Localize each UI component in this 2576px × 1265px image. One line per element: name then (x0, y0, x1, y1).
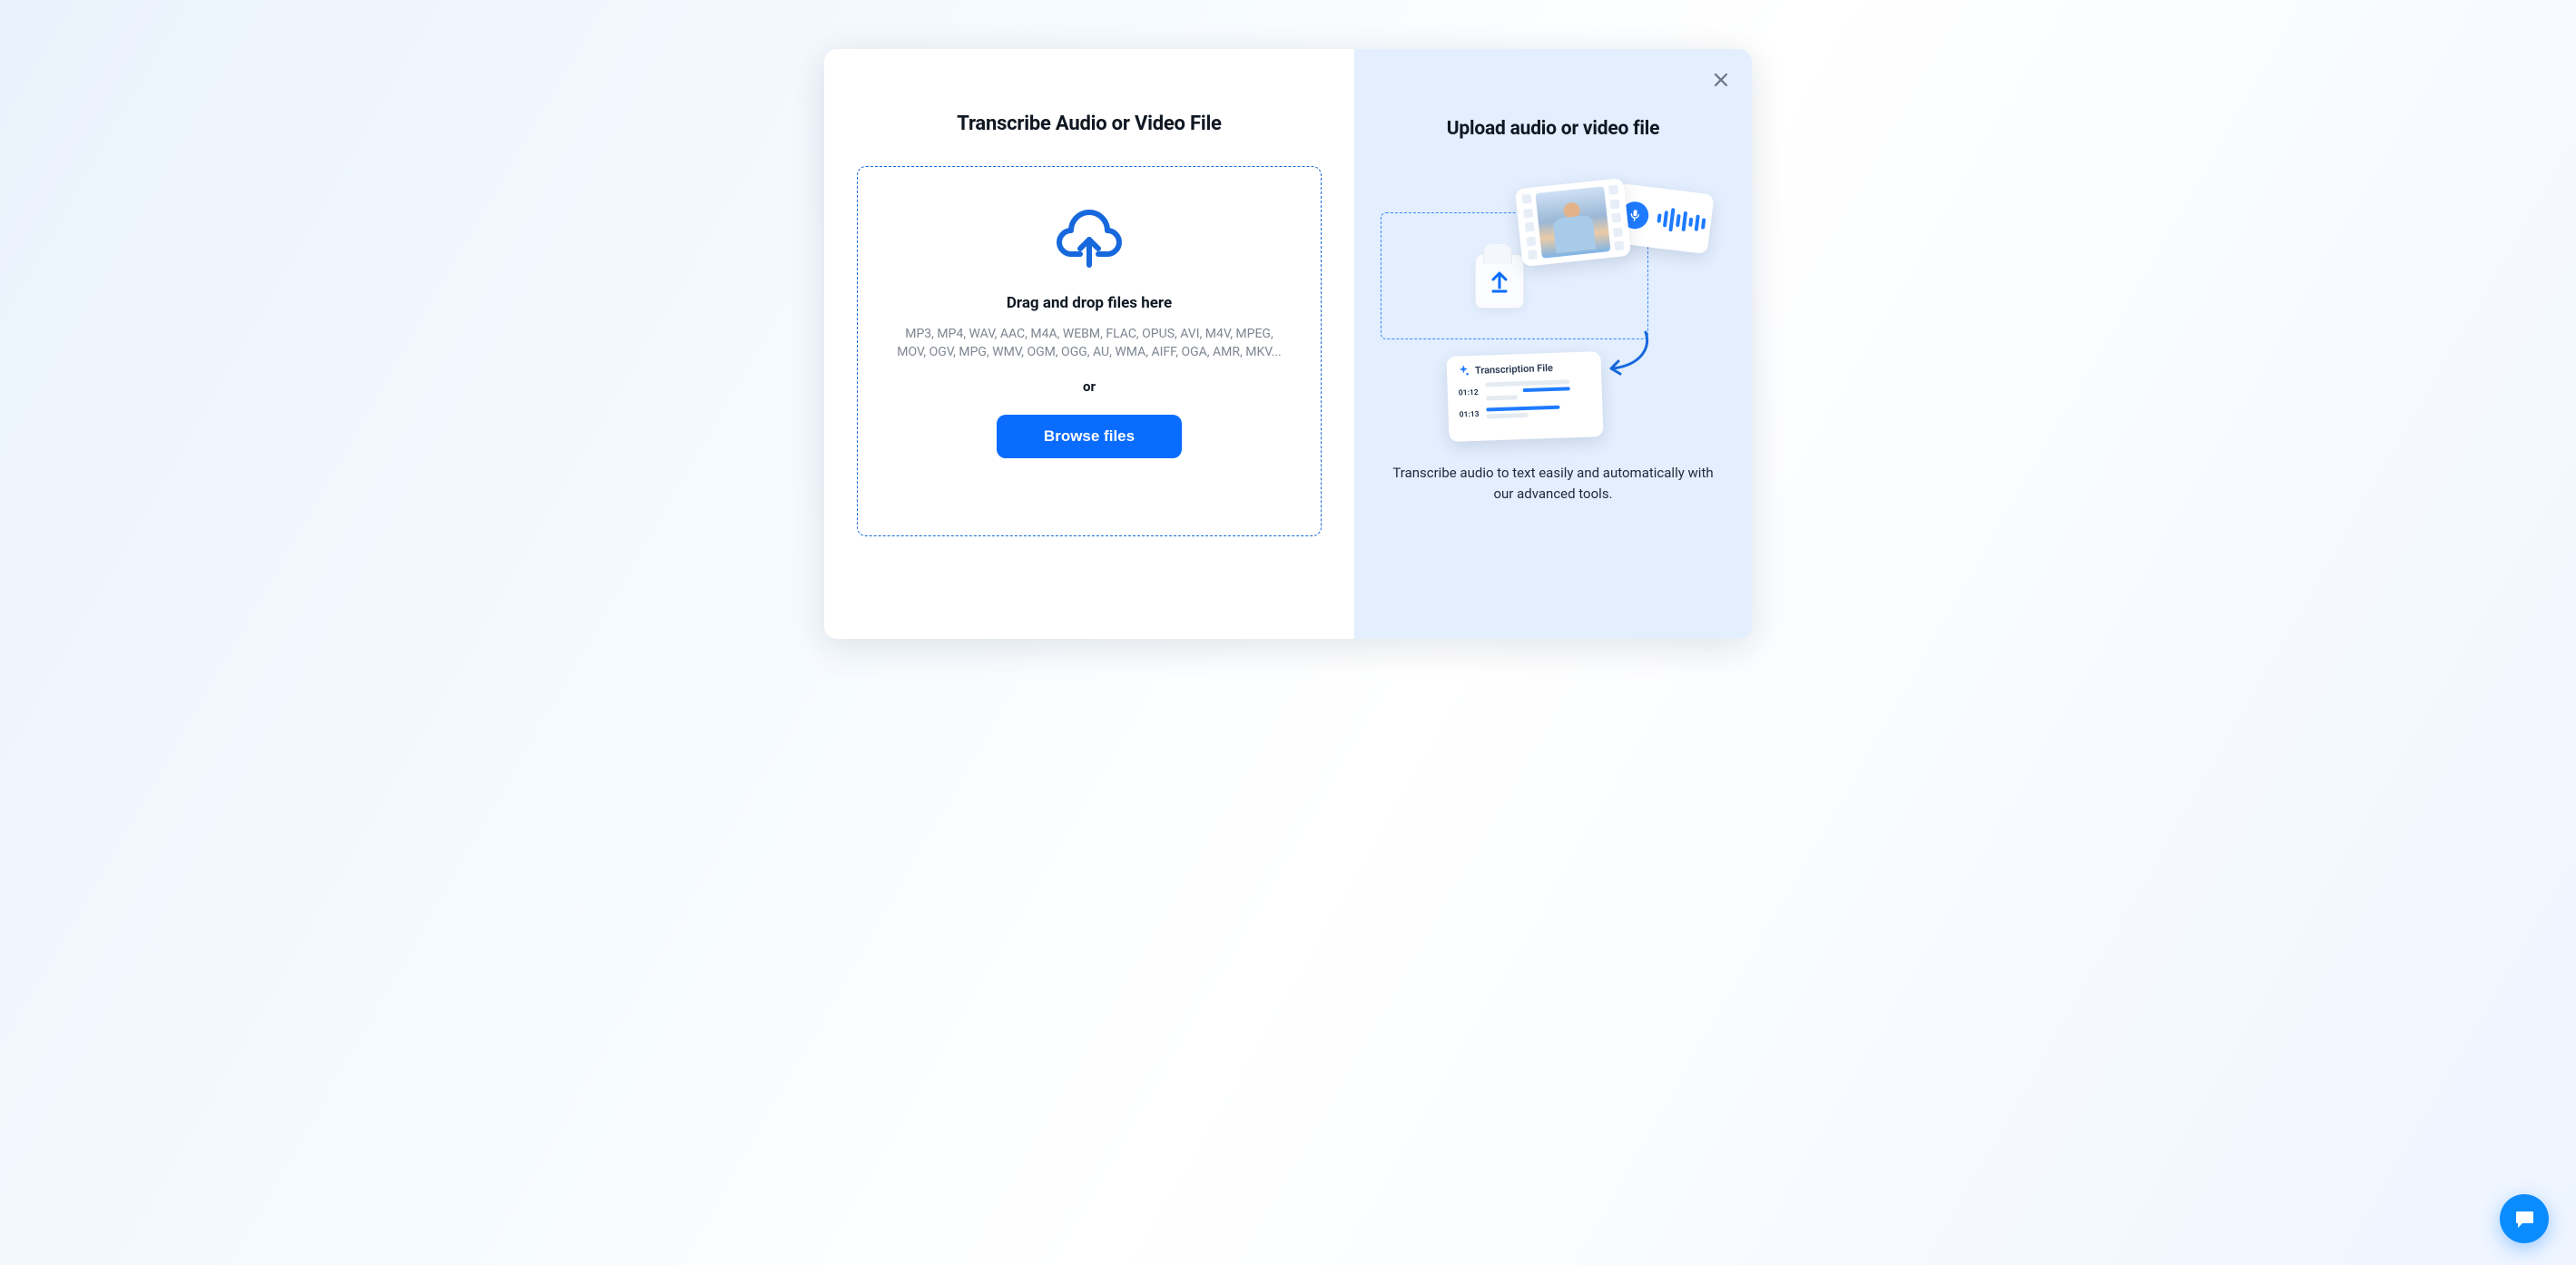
chat-button[interactable] (2500, 1194, 2549, 1243)
upload-modal: Transcribe Audio or Video File Drag and … (824, 49, 1752, 639)
arrow-down-icon (1606, 329, 1657, 383)
cloud-upload-icon (1055, 205, 1124, 270)
right-pane: Upload audio or video file (1354, 49, 1752, 639)
dropzone-heading: Drag and drop files here (1007, 294, 1172, 312)
chat-icon (2513, 1208, 2536, 1231)
timestamp: 01:13 (1459, 410, 1480, 420)
or-separator: or (1083, 378, 1096, 395)
transcription-file-title: Transcription File (1475, 362, 1553, 377)
browse-files-button[interactable]: Browse files (997, 415, 1182, 458)
sparkle-icon (1458, 365, 1470, 377)
film-strip-icon (1522, 194, 1538, 260)
film-strip-icon (1608, 185, 1624, 251)
illustration: Transcription File 01:12 01:13 (1381, 167, 1726, 456)
close-icon (1714, 73, 1728, 87)
timestamp: 01:12 (1459, 388, 1480, 398)
video-card-icon (1515, 178, 1631, 267)
waveform-icon (1656, 206, 1706, 235)
file-dropzone[interactable]: Drag and drop files here MP3, MP4, WAV, … (857, 166, 1322, 536)
upload-chip-icon (1475, 254, 1524, 309)
close-button[interactable] (1708, 67, 1734, 93)
supported-formats: MP3, MP4, WAV, AAC, M4A, WEBM, FLAC, OPU… (890, 325, 1289, 362)
left-pane: Transcribe Audio or Video File Drag and … (824, 49, 1354, 639)
video-thumbnail-icon (1535, 186, 1610, 259)
page-title: Transcribe Audio or Video File (957, 113, 1221, 135)
info-title: Upload audio or video file (1447, 118, 1660, 140)
transcription-file-card: Transcription File 01:12 01:13 (1446, 351, 1603, 442)
info-caption: Transcribe audio to text easily and auto… (1390, 463, 1716, 504)
